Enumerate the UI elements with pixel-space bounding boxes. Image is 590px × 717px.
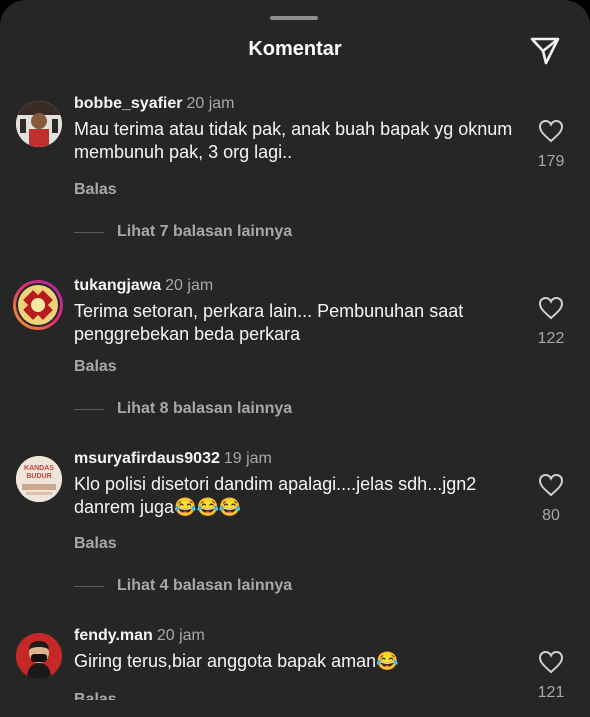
avatar[interactable]: KANDAS BUDUR	[16, 456, 62, 502]
divider-line	[74, 231, 104, 233]
comment-username[interactable]: fendy.man 20 jam	[74, 627, 205, 645]
page-title: Komentar	[248, 38, 342, 60]
comment-text: Terima setoran, perkara lain... Pembunuh…	[74, 301, 464, 344]
heart-icon[interactable]	[538, 296, 564, 320]
comments-sheet: Komentar bobbe_syafier 20 jam Mau terima …	[0, 0, 590, 717]
drag-handle[interactable]	[270, 16, 318, 20]
reply-button[interactable]: Balas	[74, 358, 117, 376]
comment-username[interactable]: tukangjawa 20 jam	[74, 277, 213, 295]
comment-time: 20 jam	[186, 95, 235, 112]
comment-time: 20 jam	[156, 627, 205, 644]
view-replies-button[interactable]: Lihat 7 balasan lainnya	[74, 223, 292, 241]
like-count: 80	[542, 507, 560, 524]
view-replies-button[interactable]: Lihat 4 balasan lainnya	[74, 577, 292, 595]
avatar[interactable]	[12, 279, 64, 331]
comment-text: Giring terus,biar anggota bapak aman😂	[74, 651, 399, 671]
comment-username[interactable]: msuryafirdaus9032 19 jam	[74, 450, 272, 468]
avatar[interactable]	[16, 101, 62, 147]
like-count: 121	[537, 684, 565, 701]
reply-button[interactable]: Balas	[74, 535, 117, 553]
reply-button[interactable]: Balas	[74, 690, 117, 700]
like-count: 179	[537, 153, 565, 170]
reply-button[interactable]: Balas	[74, 181, 117, 199]
heart-icon[interactable]	[538, 650, 564, 674]
comment-text: Mau terima atau tidak pak, anak buah bap…	[74, 119, 513, 162]
send-icon[interactable]	[529, 35, 561, 67]
comment-text: Klo polisi disetori dandim apalagi....je…	[74, 474, 477, 517]
heart-icon[interactable]	[538, 473, 564, 497]
comment-time: 20 jam	[165, 277, 214, 294]
comment-time: 19 jam	[223, 450, 272, 467]
heart-icon[interactable]	[538, 119, 564, 143]
avatar-label: KANDAS BUDUR	[24, 465, 54, 480]
comment-username[interactable]: bobbe_syafier 20 jam	[74, 95, 235, 113]
divider-line	[74, 408, 104, 410]
view-replies-button[interactable]: Lihat 8 balasan lainnya	[74, 400, 292, 418]
divider-line	[74, 585, 104, 587]
like-count: 122	[537, 330, 565, 347]
avatar[interactable]	[16, 633, 62, 679]
